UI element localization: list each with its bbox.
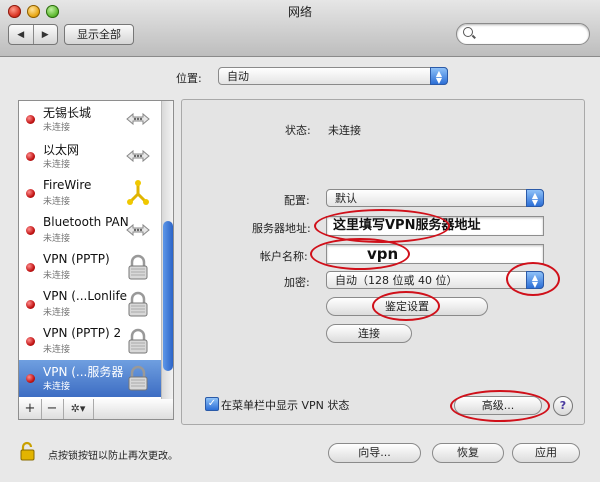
- lock-icon: [123, 289, 153, 319]
- network-preferences-window: 网络 ◀ ▶ 显示全部 位置: 自动 ▲ ▼ VPN (...服务器 未连接 VPN …: [0, 0, 600, 482]
- encryption-value: 自动（128 位或 40 位）: [335, 274, 458, 287]
- service-status: 未连接: [43, 197, 71, 207]
- service-item[interactable]: FireWire 未连接: [19, 175, 161, 212]
- apply-button[interactable]: 应用: [512, 443, 580, 463]
- service-name: VPN (...Lonlife: [43, 289, 128, 303]
- chevron-updown-icon: ▲ ▼: [526, 271, 544, 289]
- show-vpn-status-checkbox[interactable]: ✓: [205, 397, 219, 411]
- assistant-button[interactable]: 向导...: [328, 443, 421, 463]
- location-label: 位置:: [176, 72, 202, 85]
- status-dot-icon: [26, 337, 35, 346]
- ethernet-arrows-icon: [123, 215, 153, 245]
- service-item[interactable]: VPN (...服务器未连接: [19, 360, 161, 397]
- encryption-label: 加密:: [284, 276, 310, 289]
- search-icon: [463, 27, 473, 37]
- service-item[interactable]: VPN (PPTP) 2 未连接: [19, 323, 161, 360]
- server-address-field[interactable]: 这里填写VPN服务器地址: [326, 216, 544, 236]
- show-vpn-status-label: 在菜单栏中显示 VPN 状态: [221, 399, 350, 412]
- add-service-button[interactable]: +: [19, 399, 42, 419]
- status-dot-icon: [26, 300, 35, 309]
- back-button[interactable]: ◀: [9, 25, 34, 44]
- service-name: VPN (PPTP): [43, 252, 110, 266]
- status-dot-icon: [26, 115, 35, 124]
- chevron-updown-icon: ▲ ▼: [430, 67, 448, 85]
- gear-menu-button[interactable]: ✲▾: [63, 399, 94, 419]
- service-name: 以太网: [43, 143, 80, 157]
- status-dot-icon: [26, 189, 35, 198]
- account-name-field[interactable]: vpn: [326, 244, 544, 264]
- remove-service-button[interactable]: −: [41, 399, 64, 419]
- service-name: VPN (PPTP) 2: [43, 326, 122, 340]
- service-name: Bluetooth PAN: [43, 215, 129, 229]
- chevron-updown-icon: ▲ ▼: [526, 189, 544, 207]
- connect-button[interactable]: 连接: [326, 324, 412, 343]
- ethernet-arrows-icon: [123, 104, 153, 134]
- service-status: 未连接: [43, 234, 71, 244]
- help-button[interactable]: ?: [553, 396, 573, 416]
- lock-hint-text: 点按锁按钮以防止再次更改。: [48, 451, 178, 462]
- back-forward-control: ◀ ▶: [8, 24, 58, 45]
- service-name: VPN (...服务器: [43, 365, 124, 379]
- status-dot-icon: [26, 263, 35, 272]
- config-value: 默认: [335, 192, 357, 205]
- ethernet-arrows-icon: [123, 141, 153, 171]
- authentication-settings-button[interactable]: 鉴定设置: [326, 297, 488, 316]
- lock-icon: [123, 326, 153, 356]
- service-list: VPN (...服务器 未连接 VPN (PPTP) 2 未连接 VPN (...Lon…: [18, 100, 174, 400]
- lock-icon: [123, 363, 153, 393]
- status-dot-icon: [26, 374, 35, 383]
- service-item[interactable]: 无锡长城 未连接: [19, 101, 161, 138]
- service-status: 未连接: [43, 382, 71, 392]
- service-status: 未连接: [43, 271, 71, 281]
- firewire-icon: [123, 178, 153, 208]
- scroll-thumb[interactable]: [163, 221, 173, 371]
- service-list-scrollbar[interactable]: [161, 101, 173, 399]
- service-status: 未连接: [43, 308, 71, 318]
- account-name-label: 帐户名称:: [260, 250, 308, 263]
- location-popup[interactable]: 自动 ▲ ▼: [218, 67, 448, 85]
- service-status: 未连接: [43, 160, 71, 170]
- server-address-label: 服务器地址:: [252, 222, 311, 235]
- status-dot-icon: [26, 226, 35, 235]
- service-status: 未连接: [43, 345, 71, 355]
- revert-button[interactable]: 恢复: [432, 443, 504, 463]
- lock-icon: [123, 252, 153, 282]
- config-label: 配置:: [284, 194, 310, 207]
- encryption-popup[interactable]: 自动（128 位或 40 位） ▲ ▼: [326, 271, 544, 289]
- service-list-toolbar: + − ✲▾: [18, 399, 174, 420]
- toolbar: 网络 ◀ ▶ 显示全部: [0, 0, 600, 57]
- service-item[interactable]: VPN (...Lonlife 未连接: [19, 286, 161, 323]
- status-dot-icon: [26, 152, 35, 161]
- status-value: 未连接: [328, 124, 361, 137]
- service-item[interactable]: VPN (PPTP) 未连接: [19, 249, 161, 286]
- service-name: 无锡长城: [43, 106, 92, 120]
- location-value: 自动: [227, 70, 249, 83]
- advanced-button[interactable]: 高级...: [454, 396, 542, 415]
- lock-icon[interactable]: [18, 441, 38, 461]
- status-label: 状态:: [285, 124, 311, 137]
- config-popup[interactable]: 默认 ▲ ▼: [326, 189, 544, 207]
- service-status: 未连接: [43, 123, 71, 133]
- window-title: 网络: [287, 5, 312, 19]
- show-all-button[interactable]: 显示全部: [64, 24, 134, 45]
- forward-button[interactable]: ▶: [34, 25, 58, 44]
- service-item[interactable]: 以太网 未连接: [19, 138, 161, 175]
- service-item[interactable]: Bluetooth PAN 未连接: [19, 212, 161, 249]
- search-field[interactable]: [456, 23, 590, 45]
- service-name: FireWire: [43, 178, 92, 192]
